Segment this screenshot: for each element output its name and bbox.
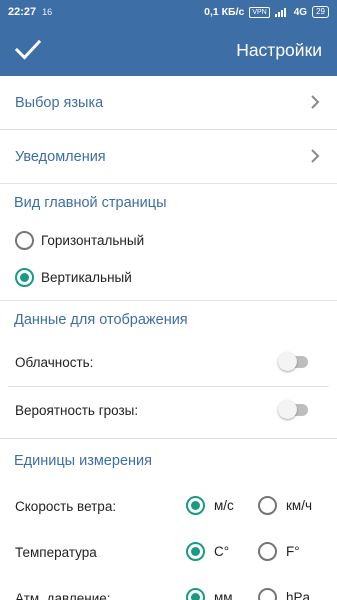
notifications-label: Уведомления xyxy=(15,148,106,165)
cloudiness-row[interactable]: Облачность: xyxy=(0,339,337,386)
pressure-mm-option[interactable]: мм xyxy=(186,588,233,600)
temperature-row: Температура C° F° xyxy=(0,529,337,575)
status-bar: 22:27 16 0,1 КБ/с VPN 4G 29 xyxy=(0,0,337,24)
option-label: мм xyxy=(214,590,233,600)
radio-vertical[interactable]: Вертикальный xyxy=(0,259,337,296)
network-speed: 0,1 КБ/с xyxy=(204,6,245,18)
pressure-row: Атм. давление: мм hPa xyxy=(0,575,337,600)
cloudiness-label: Облачность: xyxy=(15,355,94,370)
check-icon[interactable] xyxy=(14,36,42,64)
app-bar: Настройки xyxy=(0,24,337,76)
thunderstorm-label: Вероятность грозы: xyxy=(15,403,139,418)
option-label: км/ч xyxy=(286,498,312,513)
radio-button-selected[interactable] xyxy=(186,588,205,600)
units-header: Единицы измерения xyxy=(14,453,152,469)
radio-button[interactable] xyxy=(258,496,277,515)
page-title: Настройки xyxy=(236,40,322,60)
cloudiness-switch[interactable] xyxy=(278,352,308,371)
sim-indicator: 16 xyxy=(42,7,53,17)
network-type: 4G xyxy=(293,6,308,18)
option-label: F° xyxy=(286,544,300,559)
pressure-hpa-option[interactable]: hPa xyxy=(258,588,310,600)
home-view-header: Вид главной страницы xyxy=(14,195,167,211)
temp-fahrenheit-option[interactable]: F° xyxy=(258,542,300,561)
chevron-right-icon xyxy=(311,149,320,163)
radio-label: Вертикальный xyxy=(41,270,132,285)
status-time: 22:27 xyxy=(8,6,37,18)
radio-button-selected[interactable] xyxy=(15,268,34,287)
radio-label: Горизонтальный xyxy=(41,233,145,248)
notifications-row[interactable]: Уведомления xyxy=(0,130,337,183)
radio-button-selected[interactable] xyxy=(186,496,205,515)
thunderstorm-switch[interactable] xyxy=(278,400,308,419)
wind-ms-option[interactable]: м/с xyxy=(186,496,234,515)
temp-celsius-option[interactable]: C° xyxy=(186,542,229,561)
signal-icon xyxy=(274,7,289,17)
status-right: 0,1 КБ/с VPN 4G 29 xyxy=(204,6,329,18)
settings-list: Выбор языка Уведомления Вид главной стра… xyxy=(0,76,337,600)
chevron-right-icon xyxy=(311,95,320,109)
radio-button[interactable] xyxy=(15,231,34,250)
display-data-header: Данные для отображения xyxy=(14,312,188,328)
radio-button-selected[interactable] xyxy=(186,542,205,561)
thunderstorm-row[interactable]: Вероятность грозы: xyxy=(0,387,337,434)
vpn-badge: VPN xyxy=(249,6,270,18)
wind-speed-row: Скорость ветра: м/с км/ч xyxy=(0,483,337,529)
radio-button[interactable] xyxy=(258,542,277,561)
radio-horizontal[interactable]: Горизонтальный xyxy=(0,222,337,259)
option-label: C° xyxy=(214,544,230,559)
option-label: hPa xyxy=(286,590,311,600)
option-label: м/с xyxy=(214,498,234,513)
battery-indicator: 29 xyxy=(312,6,329,18)
radio-button[interactable] xyxy=(258,588,277,600)
wind-kmh-option[interactable]: км/ч xyxy=(258,496,312,515)
language-label: Выбор языка xyxy=(15,94,104,111)
language-row[interactable]: Выбор языка xyxy=(0,76,337,129)
